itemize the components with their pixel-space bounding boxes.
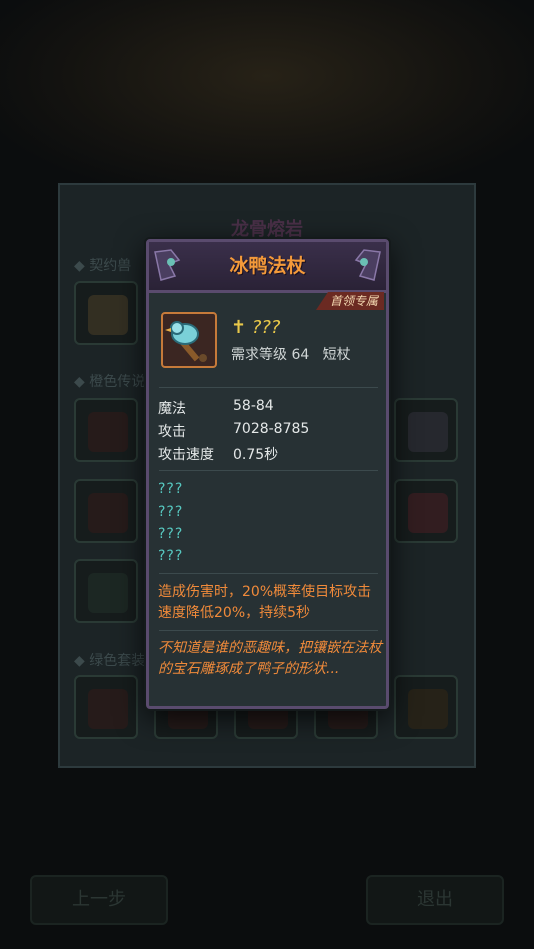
staff-type-icon: ✝ xyxy=(231,317,247,338)
item-requirement: 需求等级 64 短杖 xyxy=(231,347,351,363)
hidden-stat: ??? xyxy=(158,526,184,542)
equipment-slot[interactable] xyxy=(394,675,458,739)
hidden-stat: ??? xyxy=(158,548,184,564)
flavor-text: 不知道是谁的恶趣味，把镶嵌在法杖的宝石雕琢成了鸭子的形状... xyxy=(158,640,382,677)
exit-button[interactable]: 退出 xyxy=(366,875,504,925)
equipment-slot[interactable] xyxy=(394,479,458,543)
item-name: ✝ ??? xyxy=(231,317,281,338)
panel-title: 龙骨熔岩 xyxy=(231,219,303,240)
equipment-slot[interactable] xyxy=(74,675,138,739)
equipment-slot[interactable] xyxy=(74,559,138,623)
equipment-slot[interactable] xyxy=(74,398,138,462)
item-title: 冰鸭法杖 xyxy=(229,255,306,277)
special-effect-text: 造成伤害时，20%概率使目标攻击速度降低20%，持续5秒 xyxy=(158,584,372,621)
ice-duck-staff-icon xyxy=(165,321,207,362)
divider xyxy=(159,387,378,388)
stat-row-attack-speed: 攻击速度 0.75秒 xyxy=(158,447,279,463)
section-label-green-set: ◆ 绿色套装 xyxy=(74,653,146,669)
divider xyxy=(159,470,378,471)
divider xyxy=(159,630,378,631)
section-label-pet: ◆ 契约兽 xyxy=(74,258,132,274)
item-icon-frame xyxy=(161,312,217,368)
boss-exclusive-badge: 首领专属 xyxy=(315,292,384,310)
prev-step-button[interactable]: 上一步 xyxy=(30,875,168,925)
divider xyxy=(159,573,378,574)
equipment-slot[interactable] xyxy=(74,479,138,543)
hidden-stat: ??? xyxy=(158,504,184,520)
background-artwork xyxy=(0,0,534,190)
section-label-legendary: ◆ 橙色传说 xyxy=(74,374,146,390)
hidden-stat: ??? xyxy=(158,481,184,497)
stat-row-attack: 攻击 7028-8785 xyxy=(158,421,310,440)
stat-row-magic: 魔法 58-84 xyxy=(158,398,274,417)
item-detail-modal: 冰鸭法杖 首领专属 ✝ ??? 需求等级 64 短杖 魔法 58-84 攻击 702… xyxy=(146,239,389,709)
equipment-slot[interactable] xyxy=(394,398,458,462)
pet-slot[interactable] xyxy=(74,281,138,345)
